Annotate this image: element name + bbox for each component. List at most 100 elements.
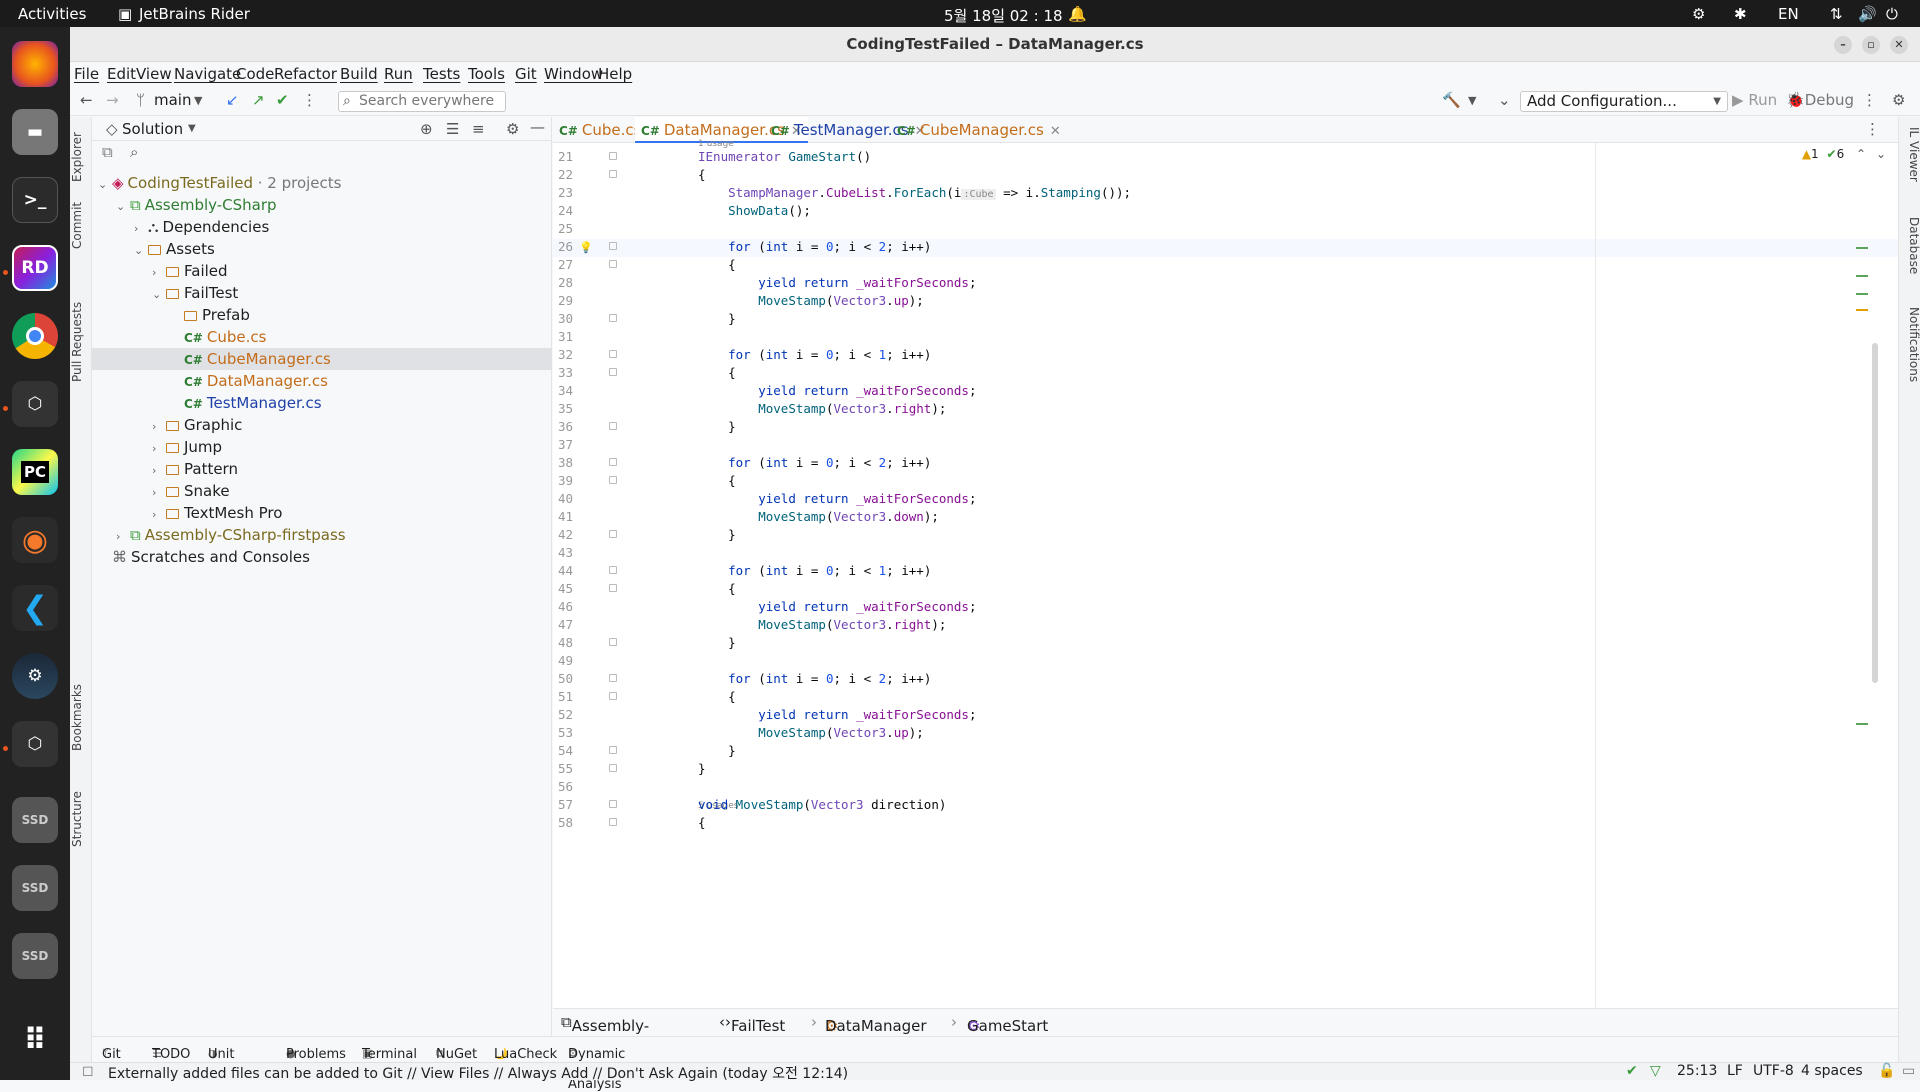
commit-icon[interactable]: ✔ (276, 91, 289, 109)
firefox-icon[interactable] (12, 41, 58, 87)
code-line[interactable]: { (698, 257, 736, 272)
code-line[interactable]: { (698, 365, 736, 380)
unity-icon[interactable]: ⬡ (12, 721, 58, 767)
volume-icon[interactable]: 🔊 (1858, 5, 1877, 23)
fold-icon[interactable] (609, 350, 617, 358)
tool-tab-pull-requests[interactable]: Pull Requests (70, 287, 92, 397)
more-icon[interactable]: ⋮ (302, 91, 317, 109)
fold-icon[interactable] (609, 764, 617, 772)
back-icon[interactable]: ← (80, 91, 93, 109)
steam-icon[interactable]: ⚙ (12, 653, 58, 699)
run-button[interactable]: ▶ Run (1732, 91, 1777, 109)
menu-refactor[interactable]: Refactor (274, 65, 337, 83)
search-everywhere-input[interactable]: ⌕ Search everywhere (338, 91, 506, 112)
fold-icon[interactable] (609, 422, 617, 430)
breadcrumb-project[interactable]: ⧉ Assembly-CSharp (561, 1013, 649, 1053)
tree-item[interactable]: › ⛬ Dependencies (92, 216, 552, 238)
branch-selector[interactable]: main (154, 91, 191, 109)
blender-icon[interactable]: ◉ (12, 517, 58, 563)
lock-icon[interactable]: 🔓 (1878, 1063, 1895, 1079)
code-line[interactable]: { (698, 581, 736, 596)
code-line[interactable]: MoveStamp(Vector3.right); (698, 401, 946, 416)
close-button[interactable]: ✕ (1890, 36, 1908, 54)
activities-button[interactable]: Activities (18, 5, 86, 23)
code-line[interactable]: for (int i = 0; i < 2; i++) (698, 671, 931, 686)
chevron-right-icon[interactable]: › (152, 460, 166, 482)
chevron-right-icon[interactable]: › (152, 504, 166, 526)
menu-build[interactable]: Build (340, 65, 378, 83)
close-icon[interactable]: ✕ (1050, 124, 1061, 139)
chevron-down-icon[interactable]: ▼ (194, 94, 202, 107)
fold-icon[interactable] (609, 566, 617, 574)
fold-icon[interactable] (609, 314, 617, 322)
code-line[interactable]: yield return _waitForSeconds; (698, 275, 976, 290)
tool-tab-structure[interactable]: Structure (70, 779, 92, 859)
tree-file-item[interactable]: C# CubeManager.cs (92, 348, 552, 370)
fold-icon[interactable] (609, 818, 617, 826)
chevron-down-icon[interactable]: ⌄ (98, 174, 112, 196)
menu-view[interactable]: View (136, 65, 172, 83)
code-line[interactable]: yield return _waitForSeconds; (698, 383, 976, 398)
language-indicator[interactable]: EN (1778, 5, 1799, 23)
menu-tests[interactable]: Tests (423, 65, 460, 83)
chevron-right-icon[interactable]: › (152, 438, 166, 460)
ssd-drive-icon[interactable]: SSD (12, 865, 58, 911)
vertical-scrollbar[interactable] (1872, 343, 1878, 683)
tree-item[interactable]: ⌄ Assets (92, 238, 552, 260)
build-hammer-icon[interactable]: 🔨 (1442, 91, 1461, 109)
fold-icon[interactable] (609, 242, 617, 250)
hide-panel-icon[interactable]: — (530, 118, 545, 136)
tool-tab-database[interactable]: Database (1899, 217, 1920, 297)
memory-icon[interactable]: ▭ (1902, 1063, 1915, 1079)
terminal-icon[interactable]: >_ (12, 177, 58, 223)
vcs-icon[interactable]: ▽ (1650, 1063, 1661, 1079)
tree-item[interactable]: Prefab (92, 304, 552, 326)
tray-icon[interactable]: ⚙ (1692, 5, 1705, 23)
caret-position[interactable]: 25:13 (1677, 1063, 1717, 1079)
tree-file-item[interactable]: C# DataManager.cs (92, 370, 552, 392)
code-area[interactable]: 1 usage 5 usages 💡 ▲1 ✔6 ⌃ ⌄ 21 IEnumerat… (553, 139, 1898, 1008)
tree-item[interactable]: › Snake (92, 480, 552, 502)
active-app-name[interactable]: JetBrains Rider (139, 5, 250, 23)
settings-gear-icon[interactable]: ⚙ (506, 120, 519, 138)
chrome-icon[interactable] (12, 313, 58, 359)
rider-icon[interactable]: RD (12, 245, 58, 291)
expand-all-icon[interactable]: ☰ (446, 120, 459, 138)
code-line[interactable]: { (698, 473, 736, 488)
code-line[interactable]: yield return _waitForSeconds; (698, 491, 976, 506)
solution-panel-title[interactable]: Solution (122, 120, 183, 138)
menu-help[interactable]: Help (598, 65, 632, 83)
ssd-drive-icon[interactable]: SSD (12, 797, 58, 843)
chevron-down-icon[interactable]: ⌄ (134, 240, 148, 262)
fold-icon[interactable] (609, 170, 617, 178)
tree-file-item[interactable]: C# Cube.cs (92, 326, 552, 348)
filter-icon[interactable]: ⧉ (102, 143, 113, 161)
fold-icon[interactable] (609, 260, 617, 268)
branch-icon[interactable]: ᛘ (136, 91, 145, 109)
tool-tab-notifications[interactable]: Notifications (1899, 307, 1920, 407)
tree-item[interactable]: ⌘ Scratches and Consoles (92, 546, 552, 568)
unity-hub-icon[interactable]: ⬡ (12, 381, 58, 427)
chevron-down-icon[interactable]: ▼ (188, 123, 196, 134)
tree-item[interactable]: ⌄ FailTest (92, 282, 552, 304)
panel-toggle-icon[interactable]: ◻ (82, 1063, 94, 1079)
line-separator[interactable]: LF (1727, 1063, 1743, 1079)
pycharm-icon[interactable]: PC (12, 449, 58, 495)
minimize-button[interactable]: – (1834, 36, 1852, 54)
fold-icon[interactable] (609, 692, 617, 700)
tool-tab-commit[interactable]: Commit (70, 195, 92, 255)
fold-icon[interactable] (609, 800, 617, 808)
indent-setting[interactable]: 4 spaces (1801, 1063, 1863, 1079)
run-configuration-selector[interactable]: Add Configuration... ▼ (1520, 91, 1728, 112)
tree-item[interactable]: › Failed (92, 260, 552, 282)
tree-item[interactable]: › TextMesh Pro (92, 502, 552, 524)
code-line[interactable]: for (int i = 0; i < 1; i++) (698, 347, 931, 362)
tree-file-item[interactable]: C# TestManager.cs (92, 392, 552, 414)
chevron-right-icon[interactable]: › (152, 482, 166, 504)
code-line[interactable]: } (698, 761, 706, 776)
menu-tools[interactable]: Tools (468, 65, 505, 83)
forward-icon[interactable]: → (106, 91, 119, 109)
code-line[interactable]: MoveStamp(Vector3.right); (698, 617, 946, 632)
inspection-widget[interactable]: ▲1 ✔6 ⌃ ⌄ (1802, 147, 1886, 161)
more-icon[interactable]: ⋮ (1862, 91, 1877, 109)
